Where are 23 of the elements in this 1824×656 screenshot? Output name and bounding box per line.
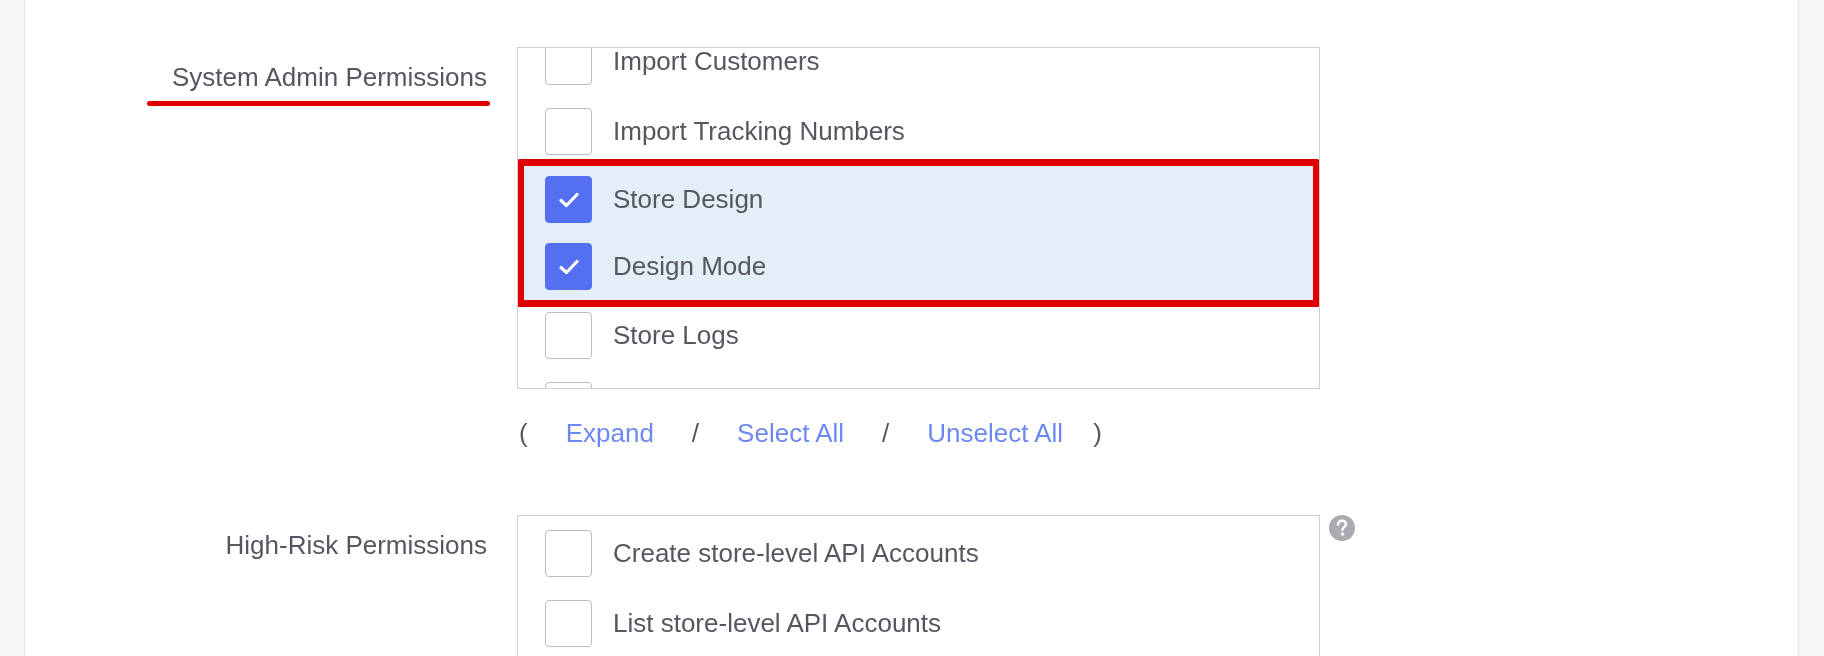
checkbox-label[interactable]: List store-level API Accounts	[613, 603, 942, 643]
punctuation: /	[882, 416, 890, 450]
checkbox[interactable]	[545, 243, 592, 290]
checkbox[interactable]	[545, 107, 592, 155]
punctuation: )	[1093, 416, 1102, 450]
checkbox[interactable]	[545, 599, 592, 647]
checkbox-label[interactable]: Design Mode	[613, 247, 767, 286]
checkbox[interactable]	[545, 529, 592, 577]
punctuation: /	[691, 416, 700, 450]
field-label: System Admin Permissions	[172, 61, 487, 93]
checkbox-label[interactable]: Import Tracking Numbers	[613, 111, 905, 151]
checkbox[interactable]	[545, 176, 592, 223]
checkmark-icon	[558, 258, 579, 275]
checkbox-label[interactable]: Import Customers	[613, 48, 820, 81]
field-label: High-Risk Permissions	[225, 529, 487, 561]
checkbox-label[interactable]: Store Logs	[613, 315, 739, 355]
checkbox[interactable]	[545, 311, 592, 359]
checkbox-label[interactable]: Create store-level API Accounts	[613, 533, 979, 573]
punctuation: (	[519, 416, 528, 450]
checkbox[interactable]	[545, 48, 592, 85]
checkmark-icon	[558, 191, 579, 208]
help-icon[interactable]	[1329, 515, 1355, 541]
checkbox-label[interactable]: Store Design	[613, 180, 764, 219]
